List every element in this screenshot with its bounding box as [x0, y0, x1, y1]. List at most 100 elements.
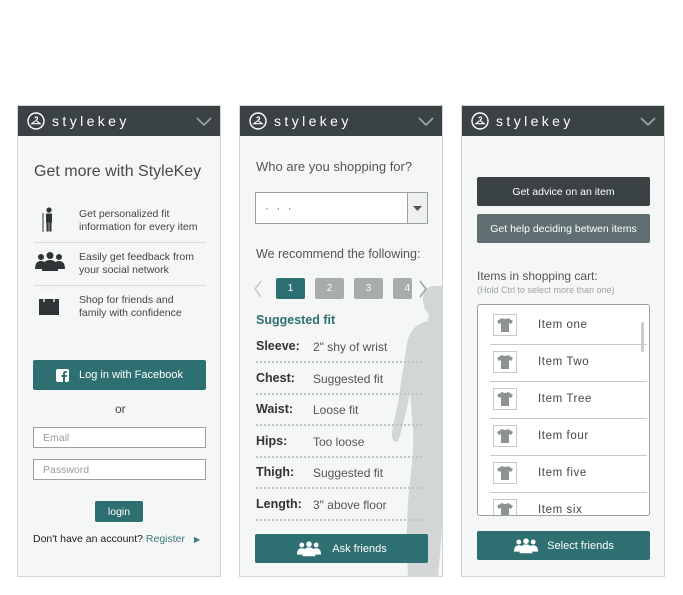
dotted-divider	[256, 456, 422, 458]
app-header: stylekey	[18, 106, 220, 136]
chevron-down-icon[interactable]	[640, 115, 656, 127]
person-fit-icon	[42, 207, 52, 232]
fit-value: 3" above floor	[313, 498, 387, 512]
help-deciding-button[interactable]: Get help deciding betwen items	[477, 214, 650, 243]
dotted-divider	[256, 424, 422, 426]
list-item[interactable]: Item five	[490, 455, 647, 493]
email-field[interactable]	[33, 427, 206, 448]
item-name: Item four	[538, 430, 589, 442]
item-name: Item Two	[538, 356, 590, 368]
fit-label: Thigh:	[256, 465, 295, 479]
group-icon	[35, 252, 65, 271]
fit-row-length: Length: 3" above floor	[256, 497, 422, 529]
divider	[34, 242, 206, 243]
select-value: · · ·	[265, 201, 294, 215]
item-name: Item five	[538, 467, 587, 479]
shopping-for-question: Who are you shopping for?	[256, 159, 413, 174]
brand-name: stylekey	[496, 113, 574, 129]
group-icon	[297, 540, 322, 556]
shopping-bag-icon	[39, 293, 59, 315]
fit-row-waist: Waist: Loose fit	[256, 402, 422, 434]
login-panel: stylekey Get more with StyleKey Get pers…	[17, 105, 221, 577]
chevron-down-icon[interactable]	[418, 115, 434, 127]
facebook-login-label: Log in with Facebook	[79, 369, 183, 381]
list-item[interactable]: Item six	[490, 492, 647, 516]
fit-value: Loose fit	[313, 403, 359, 417]
no-account-text: Don't have an account?	[33, 533, 143, 545]
fit-label: Sleeve:	[256, 339, 300, 353]
advice-button[interactable]: Get advice on an item	[477, 177, 650, 206]
app-header: stylekey	[462, 106, 664, 136]
tshirt-icon	[493, 351, 517, 373]
page-button-4[interactable]: 4	[393, 278, 412, 299]
group-icon	[514, 537, 539, 553]
arrow-right-icon: ▶	[193, 535, 201, 544]
fit-label: Chest:	[256, 371, 295, 385]
tshirt-icon	[493, 462, 517, 484]
hanger-logo-icon	[471, 112, 489, 130]
fit-value: Suggested fit	[313, 372, 384, 386]
list-item[interactable]: Item one	[490, 307, 647, 345]
dotted-divider	[256, 519, 422, 521]
email-input[interactable]	[34, 428, 205, 448]
list-item[interactable]: Item Two	[490, 344, 647, 382]
fit-row-chest: Chest: Suggested fit	[256, 371, 422, 403]
tshirt-icon	[493, 425, 517, 447]
dotted-divider	[256, 487, 422, 489]
facebook-login-button[interactable]: Log in with Facebook	[33, 360, 206, 390]
hanger-logo-icon	[249, 112, 267, 130]
select-arrow[interactable]	[407, 193, 427, 223]
cart-panel: stylekey Get advice on an item Get help …	[461, 105, 665, 577]
caret-down-icon	[413, 206, 422, 211]
login-button[interactable]: login	[95, 501, 143, 522]
page-button-2[interactable]: 2	[315, 278, 344, 299]
list-scrollbar[interactable]	[641, 322, 644, 352]
page-button-1[interactable]: 1	[276, 278, 305, 299]
shopping-for-select[interactable]: · · ·	[255, 192, 428, 224]
feature-personalized-fit: Get personalized fit information for ever…	[79, 208, 198, 233]
chevron-left-icon[interactable]	[253, 279, 263, 299]
suggested-fit-heading: Suggested fit	[256, 313, 336, 327]
ask-friends-button[interactable]: Ask friends	[255, 534, 428, 563]
select-friends-label: Select friends	[547, 539, 614, 552]
hanger-logo-icon	[27, 112, 45, 130]
app-header: stylekey	[240, 106, 442, 136]
ask-friends-label: Ask friends	[332, 542, 387, 555]
brand-name: stylekey	[52, 113, 130, 129]
fit-label: Length:	[256, 497, 302, 511]
cart-hint: (Hold Ctrl to select more than one)	[477, 285, 615, 295]
register-link[interactable]: Register	[146, 533, 185, 545]
fit-row-thigh: Thigh: Suggested fit	[256, 465, 422, 497]
password-input[interactable]	[34, 460, 205, 480]
item-name: Item six	[538, 504, 583, 516]
cart-item-list[interactable]: Item one Item Two Item Tree Item four It…	[477, 304, 650, 516]
cart-label: Items in shopping cart:	[477, 269, 598, 283]
fit-value: Too loose	[313, 435, 365, 449]
fit-value: 2" shy of wrist	[313, 340, 388, 354]
fit-row-sleeve: Sleeve: 2" shy of wrist	[256, 339, 422, 371]
register-prompt: Don't have an account? Register ▶	[33, 533, 200, 545]
item-name: Item Tree	[538, 393, 592, 405]
feature-social-feedback: Easily get feedback from your social netw…	[79, 251, 194, 276]
tshirt-icon	[493, 314, 517, 336]
facebook-icon	[56, 368, 70, 382]
tshirt-icon	[493, 388, 517, 410]
dotted-divider	[256, 393, 422, 395]
select-friends-button[interactable]: Select friends	[477, 531, 650, 560]
recommend-label: We recommend the following:	[256, 247, 421, 261]
dotted-divider	[256, 361, 422, 363]
feature-shop-for-friends: Shop for friends and family with confiden…	[79, 294, 182, 319]
tshirt-icon	[493, 499, 517, 515]
fit-value: Suggested fit	[313, 466, 384, 480]
or-separator: or	[115, 402, 126, 416]
brand-name: stylekey	[274, 113, 352, 129]
list-item[interactable]: Item Tree	[490, 381, 647, 419]
recommend-panel: stylekey Who are you shopping for? · · ·…	[239, 105, 443, 577]
chevron-down-icon[interactable]	[196, 115, 212, 127]
page-button-3[interactable]: 3	[354, 278, 383, 299]
chevron-right-icon[interactable]	[418, 279, 428, 299]
list-item[interactable]: Item four	[490, 418, 647, 456]
item-name: Item one	[538, 319, 588, 331]
fit-row-hips: Hips: Too loose	[256, 434, 422, 466]
password-field[interactable]	[33, 459, 206, 480]
